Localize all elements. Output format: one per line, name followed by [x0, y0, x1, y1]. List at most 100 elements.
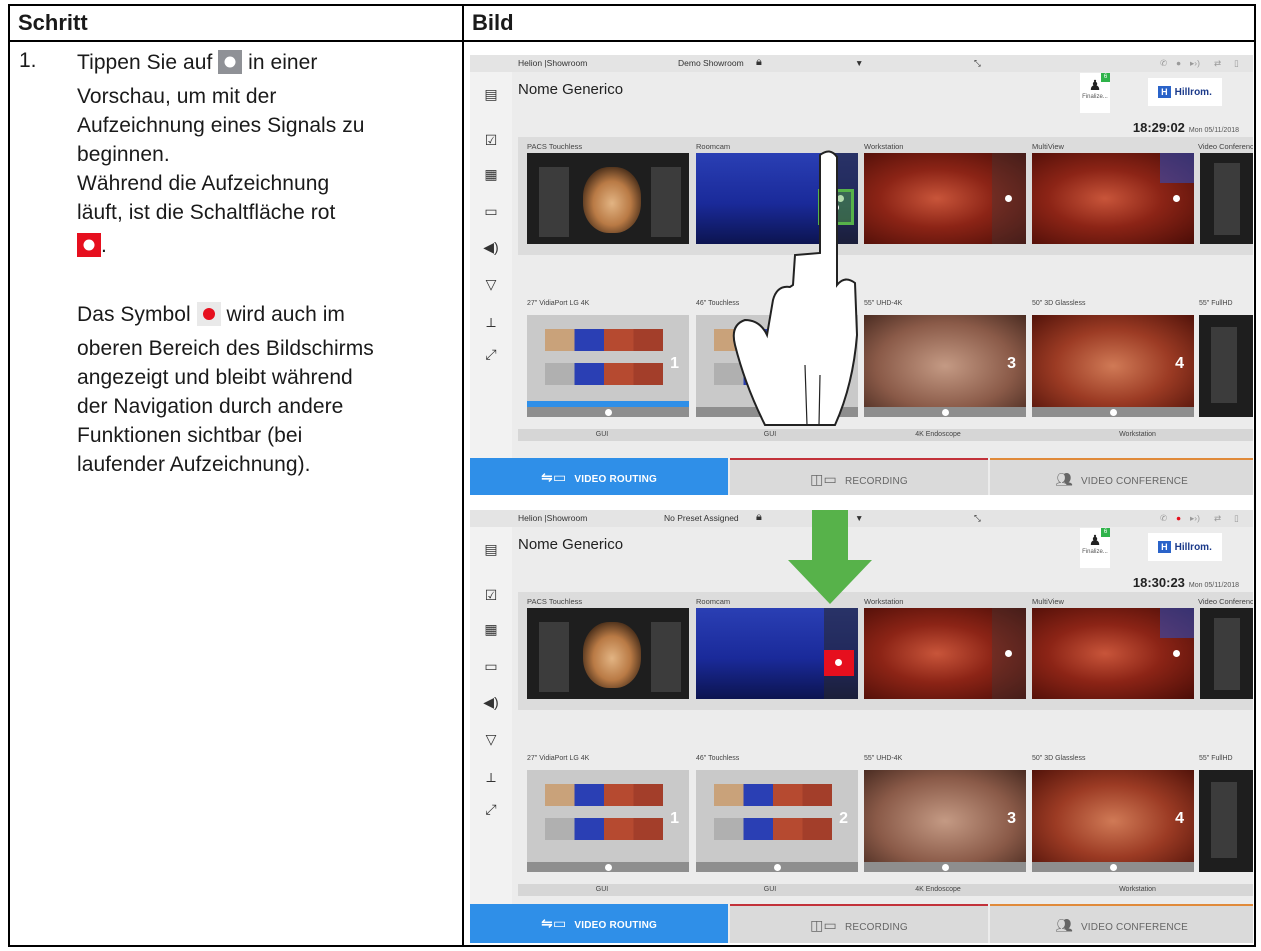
lock-icon[interactable]: 🔒︎ — [756, 56, 762, 69]
monitor-number: 3 — [1007, 810, 1016, 827]
clock: 18:30:23 Mon 05/11/2018 — [1133, 575, 1239, 590]
table-border-top — [8, 4, 1256, 6]
checklist-icon[interactable]: ☑ — [481, 585, 501, 605]
monitor-preview-5[interactable] — [1199, 315, 1253, 417]
network-icon: ⇄ — [1214, 513, 1222, 523]
patient-name: Nome Generico — [518, 81, 624, 98]
sources-row: PACS Touchless Roomcam Workstation Multi… — [518, 592, 1253, 710]
text: läuft, ist die Schaltfläche rot — [77, 201, 336, 224]
status-bar: Helion |Showroom Demo Showroom 🔒︎ ▼ ⤡ ✆ … — [470, 55, 1253, 72]
patient-card-icon[interactable]: ▤ — [481, 84, 501, 104]
volume-icon[interactable]: ◀) — [481, 237, 501, 257]
table-border-header — [8, 40, 1256, 42]
text: Funktionen sichtbar (bei — [77, 424, 303, 447]
patient-name: Nome Generico — [518, 536, 624, 553]
transfer-icon[interactable]: ⤡ — [974, 513, 981, 524]
network-icon: ⇄ — [1214, 58, 1222, 68]
hillrom-logo: H Hillrom. — [1148, 78, 1222, 106]
transfer-icon[interactable]: ⤡ — [974, 58, 981, 69]
record-dot — [835, 659, 842, 666]
destination-label: 4K Endoscope — [854, 429, 1022, 441]
monitor-preview-2[interactable]: 2 — [696, 770, 858, 872]
source-preview-multiview[interactable] — [1032, 608, 1194, 699]
monitor-label: 27" VidiaPort LG 4K — [527, 755, 590, 762]
finalize-label: Finalize... — [1082, 94, 1108, 100]
source-label: Video Conference — [1198, 597, 1253, 606]
recording-icon: ◫▭ — [810, 917, 837, 933]
down-arrow-icon — [788, 510, 872, 604]
table-icon[interactable]: ⟂ — [481, 767, 501, 787]
monitor-number: 1 — [670, 355, 679, 372]
surgical-light-icon[interactable]: ▽ — [481, 274, 501, 294]
source-label: Video Conference — [1198, 142, 1253, 151]
chevron-down-icon[interactable]: ▼ — [855, 58, 863, 68]
layers-icon[interactable]: ▦ — [481, 164, 501, 184]
date: Mon 05/11/2018 — [1188, 582, 1239, 589]
finalize-button[interactable]: 6 ♟ Finalize... — [1080, 73, 1110, 113]
screens-icon[interactable]: ▭ — [481, 201, 501, 221]
source-preview-pacs[interactable] — [527, 608, 689, 699]
surgical-light-icon[interactable]: ▽ — [481, 729, 501, 749]
routing-icon: ⇋▭ — [541, 915, 567, 931]
lock-icon[interactable]: 🔒︎ — [756, 511, 762, 524]
tab-recording[interactable]: ◫▭ RECORDING — [730, 458, 988, 495]
battery-icon: ▯ — [1234, 513, 1239, 523]
preset-name: No Preset Assigned — [664, 513, 739, 523]
monitor-preview-4[interactable]: 4 — [1032, 315, 1194, 417]
monitor-number: 2 — [839, 810, 848, 827]
text: angezeigt und bleibt während — [77, 366, 353, 389]
text: in einer — [248, 51, 318, 74]
notification-badge: 6 — [1101, 528, 1110, 537]
destination-label: Workstation — [1022, 884, 1253, 896]
source-preview-videoconf[interactable] — [1200, 608, 1253, 699]
table-icon[interactable]: ⟂ — [481, 312, 501, 332]
monitor-preview-4[interactable]: 4 — [1032, 770, 1194, 872]
monitor-label: 50" 3D Glassless — [1032, 300, 1086, 307]
sidebar: ▤ ☑ ▦ ▭ ◀) ▽ ⟂ ⤢ — [470, 527, 512, 943]
sources-row: PACS Touchless Roomcam Workstation Multi… — [518, 137, 1253, 255]
monitor-preview-1[interactable]: 1 — [527, 315, 689, 417]
monitor-number: 4 — [1175, 810, 1184, 827]
layers-icon[interactable]: ▦ — [481, 619, 501, 639]
patient-card-icon[interactable]: ▤ — [481, 539, 501, 559]
red-dot-icon — [196, 302, 221, 334]
source-preview-videoconf[interactable] — [1200, 153, 1253, 244]
tab-video-routing[interactable]: ⇋▭ VIDEO ROUTING — [470, 458, 728, 495]
screens-icon[interactable]: ▭ — [481, 656, 501, 676]
monitor-number: 4 — [1175, 355, 1184, 372]
monitor-preview-1[interactable]: 1 — [527, 770, 689, 872]
monitor-preview-3[interactable]: 3 — [864, 315, 1026, 417]
volume-icon[interactable]: ◀) — [481, 692, 501, 712]
source-preview-multiview[interactable] — [1032, 153, 1194, 244]
phone-icon: ✆ — [1160, 513, 1168, 523]
monitor-preview-3[interactable]: 3 — [864, 770, 1026, 872]
source-preview-pacs[interactable] — [527, 153, 689, 244]
sidebar: ▤ ☑ ▦ ▭ ◀) ▽ ⟂ ⤢ — [470, 72, 512, 495]
text: Aufzeichnung eines Signals zu — [77, 114, 365, 137]
tab-recording[interactable]: ◫▭ RECORDING — [730, 904, 988, 943]
finalize-label: Finalize... — [1082, 549, 1108, 555]
tab-video-conference[interactable]: 👥︎ VIDEO CONFERENCE — [990, 458, 1253, 495]
text: laufender Aufzeichnung). — [77, 453, 311, 476]
rec-indicator-icon: ● — [1176, 58, 1182, 68]
text: Tippen Sie auf — [77, 51, 213, 74]
source-preview-workstation[interactable] — [864, 153, 1026, 244]
camera-arm-icon[interactable]: ⤢ — [481, 344, 501, 364]
tab-video-routing[interactable]: ⇋▭ VIDEO ROUTING — [470, 904, 728, 943]
monitor-label: 46" Touchless — [696, 755, 740, 762]
tab-video-conference[interactable]: 👥︎ VIDEO CONFERENCE — [990, 904, 1253, 943]
date: Mon 05/11/2018 — [1188, 127, 1239, 134]
source-preview-workstation[interactable] — [864, 608, 1026, 699]
text: oberen Bereich des Bildschirms — [77, 337, 374, 360]
finalize-button[interactable]: 6 ♟ Finalize... — [1080, 528, 1110, 568]
note-paragraph: Das Symbol wird auch im oberen Bereich d… — [77, 300, 457, 479]
monitor-preview-5[interactable] — [1199, 770, 1253, 872]
checklist-icon[interactable]: ☑ — [481, 130, 501, 150]
text: Das Symbol — [77, 303, 191, 326]
time: 18:30:23 — [1132, 575, 1185, 590]
destination-label: GUI — [686, 884, 854, 896]
routing-icon: ⇋▭ — [541, 469, 567, 485]
destination-label: GUI — [518, 429, 686, 441]
text: Vorschau, um mit der — [77, 85, 277, 108]
camera-arm-icon[interactable]: ⤢ — [481, 799, 501, 819]
